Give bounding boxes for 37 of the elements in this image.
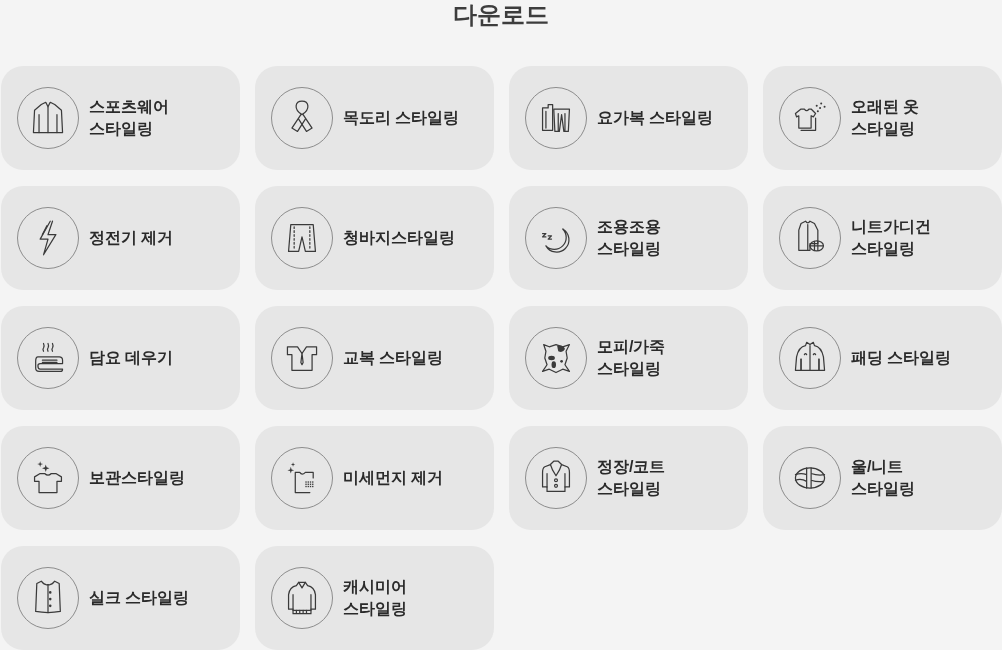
styling-card[interactable]: 요가복 스타일링 <box>509 66 748 170</box>
scarf-icon <box>271 87 333 149</box>
styling-card[interactable]: 보관스타일링 <box>1 426 240 530</box>
styling-card[interactable]: 실크 스타일링 <box>1 546 240 650</box>
cardigan-yarn-icon <box>779 207 841 269</box>
styling-card[interactable]: 모피/가죽 스타일링 <box>509 306 748 410</box>
styling-card[interactable]: 정장/코트 스타일링 <box>509 426 748 530</box>
yarn-ball-icon <box>779 447 841 509</box>
shirt-dots-icon <box>779 87 841 149</box>
page-title: 다운로드 <box>453 0 549 30</box>
styling-card[interactable]: 교복 스타일링 <box>255 306 494 410</box>
shorts-icon <box>271 207 333 269</box>
padded-jacket-icon <box>779 327 841 389</box>
styling-card[interactable]: 울/니트 스타일링 <box>763 426 1002 530</box>
jacket-icon <box>17 87 79 149</box>
styling-card[interactable]: 스포츠웨어 스타일링 <box>1 66 240 170</box>
lightning-icon <box>17 207 79 269</box>
styling-card[interactable]: 패딩 스타일링 <box>763 306 1002 410</box>
sparkle-shirt-icon <box>17 447 79 509</box>
moon-icon <box>525 207 587 269</box>
shirt-tie-icon <box>271 327 333 389</box>
styling-card[interactable]: 담요 데우기 <box>1 306 240 410</box>
blouse-icon <box>17 567 79 629</box>
blanket-icon <box>17 327 79 389</box>
styling-card[interactable]: 오래된 옷 스타일링 <box>763 66 1002 170</box>
styling-card[interactable]: 캐시미어 스타일링 <box>255 546 494 650</box>
animal-hide-icon <box>525 327 587 389</box>
styling-card[interactable]: 정전기 제거 <box>1 186 240 290</box>
shirt-grid-sparkle-icon <box>271 447 333 509</box>
styling-card[interactable]: 목도리 스타일링 <box>255 66 494 170</box>
styling-card[interactable]: 미세먼지 제거 <box>255 426 494 530</box>
styling-card[interactable]: 니트가디건 스타일링 <box>763 186 1002 290</box>
coat-icon <box>525 447 587 509</box>
clothes-icon <box>525 87 587 149</box>
styling-card[interactable]: 청바지스타일링 <box>255 186 494 290</box>
sweater-icon <box>271 567 333 629</box>
styling-card[interactable]: 조용조용 스타일링 <box>509 186 748 290</box>
